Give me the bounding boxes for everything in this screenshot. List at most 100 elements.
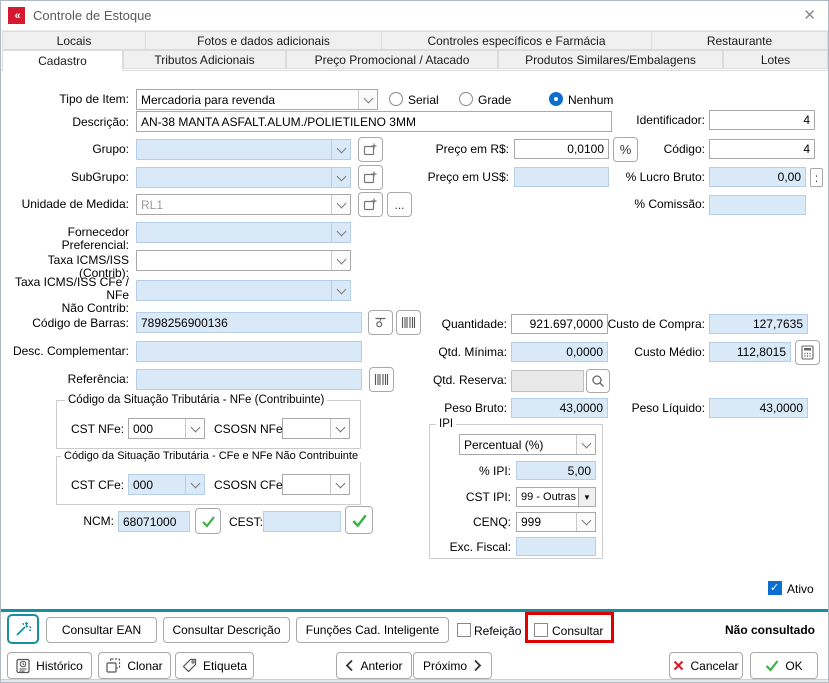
cst-ipi-select[interactable]: 99 - Outras ▼: [516, 487, 596, 507]
calculator-button[interactable]: [795, 340, 820, 365]
funcoes-cad-inteligente-button[interactable]: Funções Cad. Inteligente: [296, 617, 449, 643]
unidade-more-button[interactable]: ...: [387, 192, 412, 217]
chevron-down-icon: ▼: [578, 488, 595, 506]
cenq-label: CENQ:: [431, 516, 511, 529]
proximo-button[interactable]: Próximo: [413, 652, 492, 679]
window-title: Controle de Estoque: [33, 8, 152, 23]
radio-serial-label: Serial: [408, 93, 439, 107]
peso-liquido-input[interactable]: [709, 398, 808, 418]
codigo-input[interactable]: [709, 139, 815, 159]
taxa-icms-cfe-label: Taxa ICMS/ISS CFe / NFe Não Contrib:: [1, 276, 129, 315]
unidade-medida-select[interactable]: RL1: [136, 194, 351, 215]
cest-input[interactable]: [263, 511, 341, 532]
colon-icon: :: [815, 171, 818, 185]
peso-liquido-label: Peso Líquido:: [599, 402, 705, 415]
tab-lotes[interactable]: Lotes: [723, 50, 828, 69]
csosn-cfe-label: CSOSN CFe:: [214, 478, 286, 492]
scale-button[interactable]: [368, 310, 393, 335]
validate-ncm-button[interactable]: [195, 508, 221, 534]
desc-complementar-input[interactable]: [136, 341, 362, 362]
ncm-input[interactable]: [118, 511, 190, 532]
consultar-ean-button[interactable]: Consultar EAN: [46, 617, 157, 643]
csosn-nfe-label: CSOSN NFe:: [214, 422, 286, 436]
search-reserva-button[interactable]: [586, 369, 610, 393]
close-icon[interactable]: ✕: [803, 6, 816, 24]
taxa-icms-cfe-select[interactable]: [136, 280, 351, 301]
grupo-select[interactable]: [136, 139, 351, 160]
groupbox-cst-cfe-title: Código da Situação Tributária - CFe e NF…: [61, 450, 361, 462]
peso-bruto-input[interactable]: [511, 398, 608, 418]
folder-plus-icon: [363, 142, 378, 157]
validate-cest-button[interactable]: [345, 506, 373, 534]
tab-controles-especificos-farmacia[interactable]: Controles específicos e Farmácia: [381, 31, 652, 50]
preco-rs-label: Preço em R$:: [399, 143, 509, 156]
calculator-icon: [801, 345, 814, 360]
referencia-input[interactable]: [136, 369, 362, 390]
quantidade-input[interactable]: [511, 314, 608, 334]
descricao-input[interactable]: [136, 111, 612, 132]
tab-restaurante[interactable]: Restaurante: [651, 31, 828, 50]
add-grupo-button[interactable]: [358, 137, 383, 162]
cst-cfe-select[interactable]: 000: [128, 474, 205, 495]
tag-icon: [182, 658, 197, 673]
refeicao-checkbox[interactable]: [457, 623, 471, 637]
fornecedor-select[interactable]: [136, 222, 351, 243]
etiqueta-button[interactable]: Etiqueta: [175, 652, 254, 679]
cenq-select[interactable]: 999: [516, 512, 596, 532]
clonar-button[interactable]: Clonar: [98, 652, 171, 679]
tipo-item-select[interactable]: Mercadoria para revenda: [136, 89, 378, 110]
codigo-barras-input[interactable]: [136, 312, 362, 333]
ipi-modo-select[interactable]: Percentual (%): [459, 434, 596, 455]
identificador-input[interactable]: [709, 110, 815, 130]
magic-wand-button[interactable]: [7, 614, 39, 644]
tab-fotos-dados-adicionais[interactable]: Fotos e dados adicionais: [145, 31, 382, 50]
radio-nenhum[interactable]: [549, 92, 563, 106]
title-bar: « Controle de Estoque ✕: [1, 1, 828, 31]
cst-nfe-select[interactable]: 000: [128, 418, 205, 439]
ipi-pct-input[interactable]: [516, 461, 596, 480]
status-text: Não consultado: [725, 623, 815, 637]
ok-button[interactable]: OK: [750, 652, 818, 679]
cancelar-button[interactable]: Cancelar: [669, 652, 743, 679]
exc-fiscal-input[interactable]: [516, 537, 596, 556]
subgrupo-select[interactable]: [136, 167, 351, 188]
lucro-options-button[interactable]: :: [810, 168, 823, 187]
csosn-cfe-select[interactable]: [282, 474, 350, 495]
csosn-nfe-select[interactable]: [282, 418, 350, 439]
add-subgrupo-button[interactable]: [358, 165, 383, 190]
referencia-barcode-button[interactable]: [369, 367, 394, 392]
tab-tributos-adicionais[interactable]: Tributos Adicionais: [123, 50, 286, 69]
consultar-descricao-button[interactable]: Consultar Descrição: [163, 617, 290, 643]
radio-grade-label: Grade: [478, 93, 511, 107]
radio-grade[interactable]: [459, 92, 473, 106]
folder-plus-icon: [363, 197, 378, 212]
chevron-down-icon: [330, 419, 349, 438]
ativo-checkbox[interactable]: [768, 581, 782, 595]
chevron-down-icon: [576, 513, 595, 531]
anterior-button[interactable]: Anterior: [336, 652, 412, 679]
desc-complementar-label: Desc. Complementar:: [1, 345, 129, 358]
referencia-label: Referência:: [1, 373, 129, 386]
taxa-icms-select[interactable]: [136, 250, 351, 271]
chevron-down-icon: [576, 435, 595, 454]
lucro-bruto-input[interactable]: [709, 167, 806, 187]
custo-medio-input[interactable]: [709, 342, 791, 362]
qtd-minima-label: Qtd. Mínima:: [409, 346, 507, 359]
qtd-minima-input[interactable]: [511, 342, 608, 362]
tab-preco-promocional[interactable]: Preço Promocional / Atacado: [286, 50, 498, 69]
teal-divider: [1, 609, 829, 612]
chevron-down-icon: [185, 419, 204, 438]
radio-serial[interactable]: [389, 92, 403, 106]
cst-ipi-label: CST IPI:: [431, 491, 511, 504]
consultar-checkbox[interactable]: [534, 623, 548, 637]
comissao-input[interactable]: [709, 195, 806, 215]
unidade-medida-label: Unidade de Medida:: [1, 198, 129, 211]
chevron-down-icon: [185, 475, 204, 494]
custo-compra-input[interactable]: [709, 314, 808, 334]
add-unidade-button[interactable]: [358, 192, 383, 217]
historico-button[interactable]: Histórico: [7, 652, 92, 679]
tab-cadastro[interactable]: Cadastro: [2, 50, 123, 71]
tab-produtos-similares[interactable]: Produtos Similares/Embalagens: [498, 50, 723, 69]
tab-locais[interactable]: Locais: [2, 31, 146, 50]
qtd-reserva-input[interactable]: [511, 370, 584, 392]
